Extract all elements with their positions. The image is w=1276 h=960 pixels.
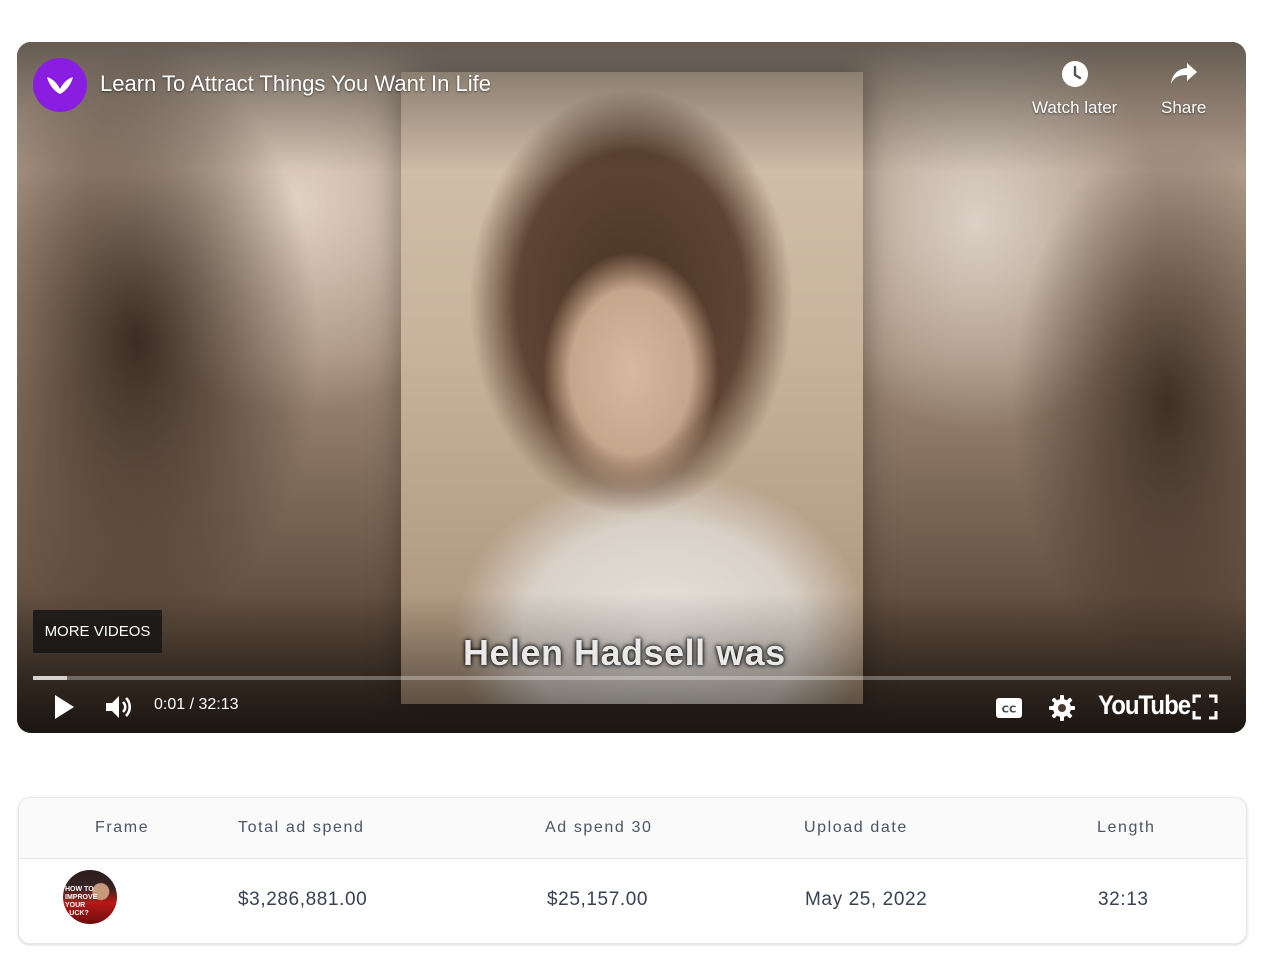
more-videos-button[interactable]: MORE VIDEOS <box>33 610 162 653</box>
gear-icon <box>1049 695 1075 721</box>
share-label: Share <box>1161 98 1207 117</box>
column-header-length: Length <box>1097 819 1156 836</box>
closed-captions-icon: CC <box>996 698 1022 718</box>
column-header-ad-spend-30: Ad spend 30 <box>545 819 653 836</box>
volume-icon <box>106 696 132 718</box>
clock-icon <box>1061 61 1088 87</box>
time-display: 0:01 / 32:13 <box>154 696 239 713</box>
play-button[interactable] <box>47 690 81 724</box>
share-button[interactable]: Share <box>1161 56 1206 118</box>
table-header: Frame Total ad spend Ad spend 30 Upload … <box>19 798 1246 859</box>
length-value: 32:13 <box>1098 889 1149 910</box>
subtitle-caption: Helen Hadsell was <box>463 632 786 673</box>
column-header-upload-date: Upload date <box>804 819 908 836</box>
upload-date-value: May 25, 2022 <box>805 889 928 910</box>
ad-spend-30-value: $25,157.00 <box>547 889 649 910</box>
svg-text:CC: CC <box>1002 705 1017 716</box>
fullscreen-icon <box>1192 694 1218 720</box>
watch-later-button[interactable]: Watch later <box>1032 56 1117 118</box>
captions-button[interactable]: CC <box>992 694 1026 722</box>
column-header-total-ad-spend: Total ad spend <box>238 819 365 836</box>
youtube-logo[interactable]: YouTube <box>1098 690 1191 721</box>
play-icon <box>55 695 74 719</box>
volume-button[interactable] <box>101 690 137 724</box>
progress-bar[interactable] <box>33 676 1231 680</box>
column-header-frame: Frame <box>95 819 150 836</box>
bird-logo-icon <box>47 77 73 94</box>
channel-logo[interactable] <box>33 58 87 112</box>
video-title[interactable]: Learn To Attract Things You Want In Life <box>100 71 491 97</box>
total-ad-spend-value: $3,286,881.00 <box>238 889 368 910</box>
share-arrow-icon <box>1170 63 1197 84</box>
watch-later-label: Watch later <box>1032 98 1118 117</box>
settings-button[interactable] <box>1046 692 1078 724</box>
video-stats-table: Frame Total ad spend Ad spend 30 Upload … <box>18 797 1247 944</box>
progress-bar-played <box>33 676 67 680</box>
fullscreen-button[interactable] <box>1190 692 1220 722</box>
video-player[interactable]: Learn To Attract Things You Want In Life… <box>17 42 1246 733</box>
thumbnail-text: HOW TO IMPROVE YOUR LUCK? <box>65 886 98 917</box>
video-thumbnail[interactable]: HOW TO IMPROVE YOUR LUCK? <box>63 870 117 924</box>
